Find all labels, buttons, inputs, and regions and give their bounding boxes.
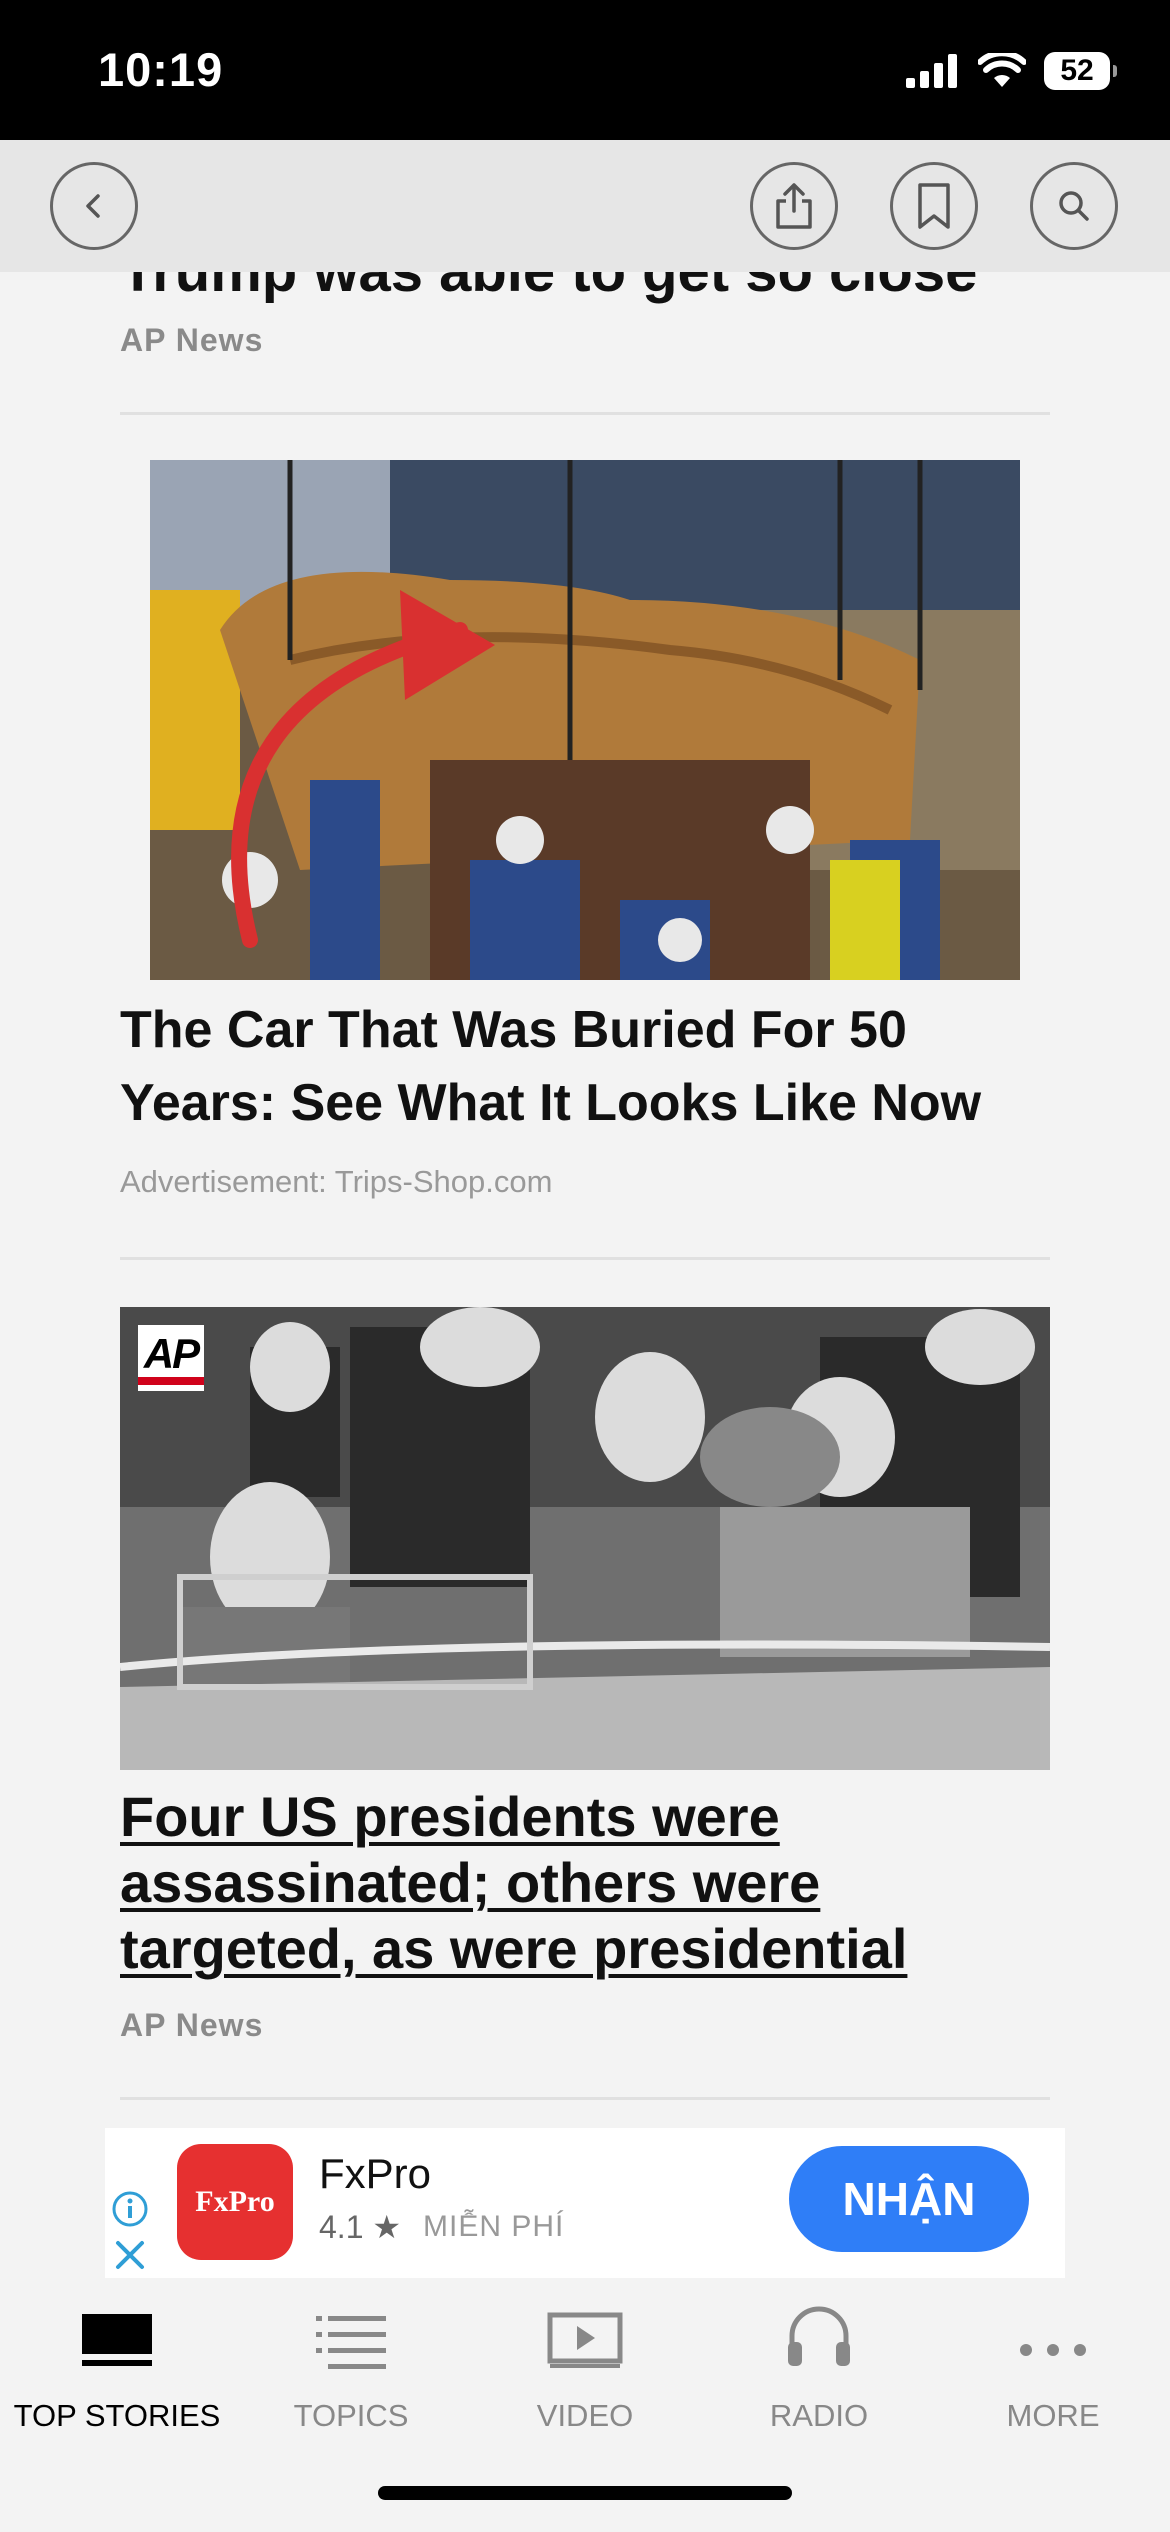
back-button[interactable] — [50, 162, 138, 250]
info-icon[interactable] — [111, 2190, 149, 2228]
article-top-nav — [0, 140, 1170, 272]
app-rating: 4.1 ★ — [319, 2209, 402, 2245]
wifi-icon — [978, 53, 1026, 87]
motorcade-photo — [120, 1307, 1050, 1770]
app-install-ad-banner[interactable]: FxPro FxPro 4.1 ★ MIỄN PHÍ NHẬN — [105, 2128, 1065, 2278]
bookmark-button[interactable] — [890, 162, 978, 250]
tab-video[interactable]: VIDEO — [468, 2278, 702, 2438]
story-headline[interactable]: Four US presidents were assassinated; ot… — [120, 1784, 1060, 1982]
tab-top-stories[interactable]: TOP STORIES — [0, 2278, 234, 2438]
app-price: MIỄN PHÍ — [423, 2210, 565, 2243]
sponsored-story-source: Advertisement: Trips-Shop.com — [120, 1164, 553, 1199]
status-time: 10:19 — [98, 43, 224, 96]
previous-story-source: AP News — [120, 322, 264, 358]
sponsored-story-image[interactable] — [150, 460, 1020, 980]
share-icon — [776, 183, 812, 229]
buried-car-photo — [150, 460, 1020, 980]
headphones-icon — [788, 2306, 850, 2366]
app-name: FxPro — [319, 2150, 432, 2197]
status-icons: 52 — [906, 52, 1117, 90]
divider — [120, 412, 1050, 415]
home-indicator[interactable] — [378, 2486, 792, 2500]
tab-topics[interactable]: TOPICS — [234, 2278, 468, 2438]
status-bar: 10:19 52 — [0, 0, 1170, 140]
divider — [120, 2097, 1050, 2100]
app-logo: FxPro — [177, 2144, 293, 2260]
back-icon — [86, 194, 100, 218]
get-app-button[interactable]: NHẬN — [789, 2146, 1029, 2252]
previous-story-title[interactable]: Trump was able to get so close — [120, 272, 977, 305]
close-icon[interactable] — [113, 2238, 147, 2272]
search-icon — [1059, 191, 1089, 221]
more-dots-icon — [1020, 2344, 1086, 2356]
bookmark-icon — [918, 183, 950, 229]
tab-radio[interactable]: RADIO — [702, 2278, 936, 2438]
search-button[interactable] — [1030, 162, 1118, 250]
share-button[interactable] — [750, 162, 838, 250]
video-play-icon — [547, 2312, 623, 2368]
sponsored-story-title[interactable]: The Car That Was Buried For 50 Years: Se… — [120, 994, 1060, 1140]
story-image[interactable]: AP — [120, 1307, 1050, 1770]
top-stories-icon — [82, 2314, 152, 2366]
story-source: AP News — [120, 2007, 264, 2043]
topics-list-icon — [316, 2316, 386, 2369]
divider — [120, 1257, 1050, 1260]
tab-more[interactable]: MORE — [936, 2278, 1170, 2438]
story-feed: Trump was able to get so close AP News — [0, 272, 1170, 2127]
ap-logo: AP — [138, 1325, 204, 1391]
battery-indicator: 52 — [1044, 52, 1117, 90]
cellular-signal-icon — [906, 54, 957, 88]
